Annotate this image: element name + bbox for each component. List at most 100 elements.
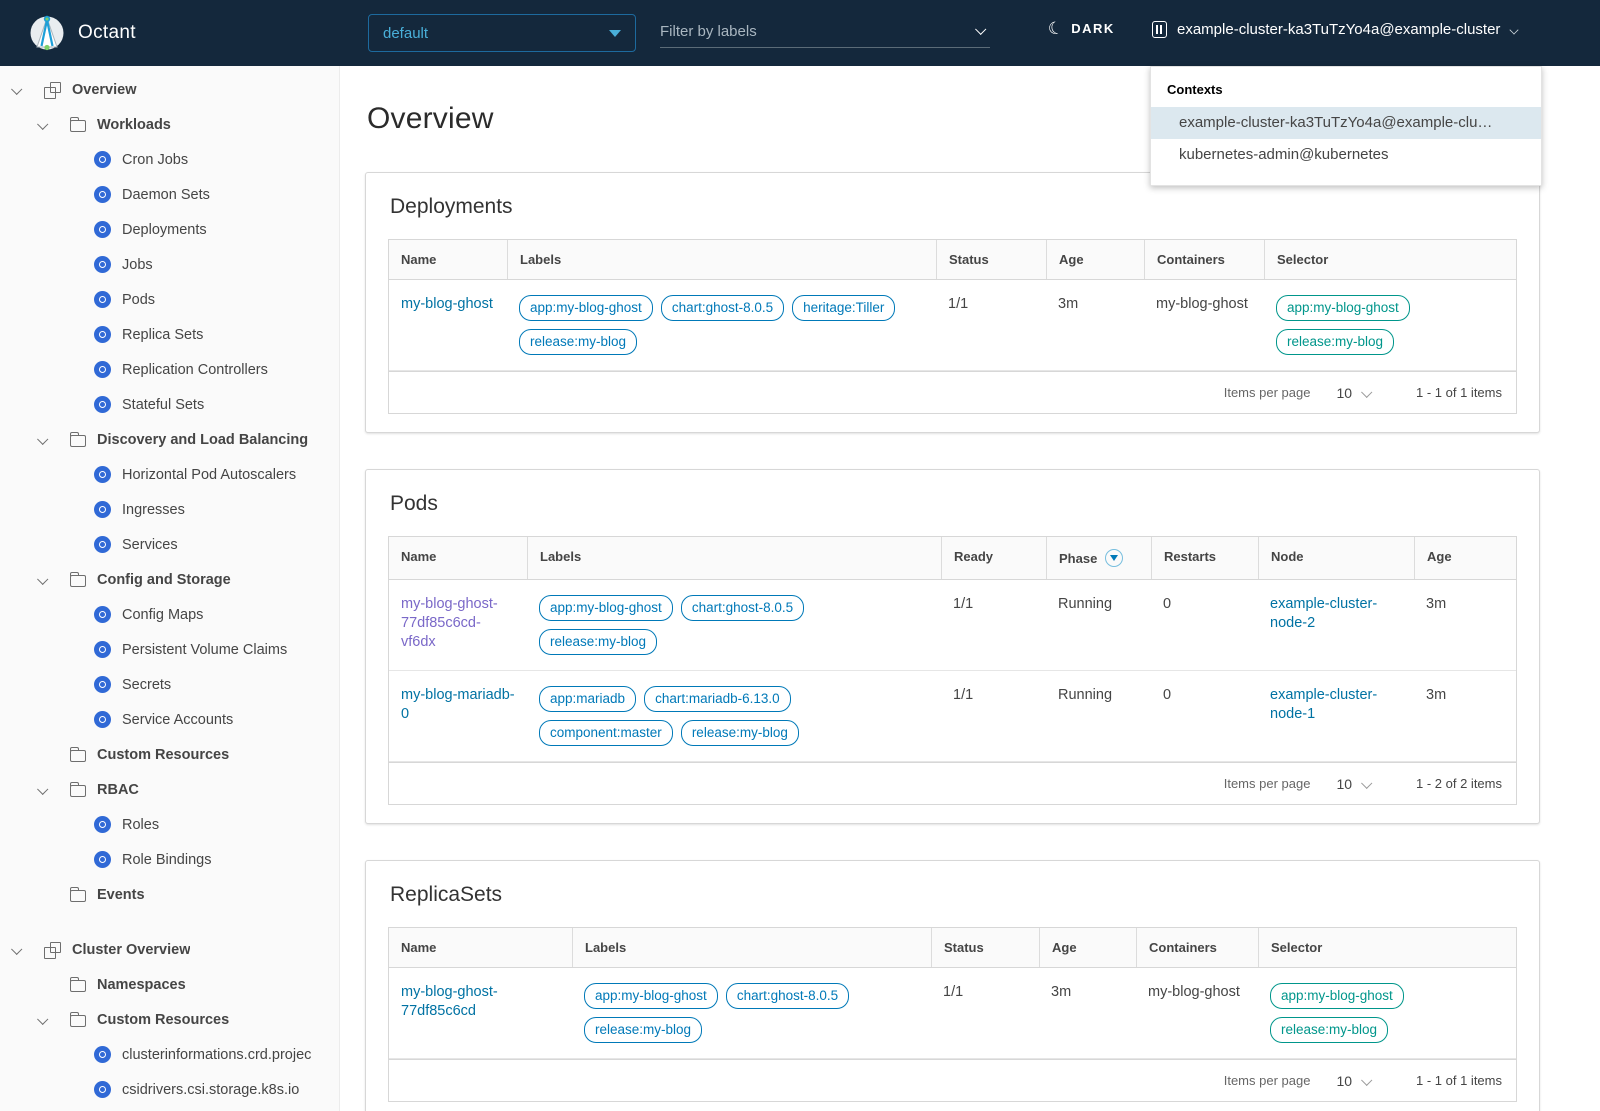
replicasets-title: ReplicaSets bbox=[390, 883, 503, 906]
column-header-name: Name bbox=[401, 549, 437, 564]
items-per-page-select[interactable]: 10 bbox=[1336, 1073, 1373, 1089]
app-title: Octant bbox=[78, 22, 136, 43]
node-link[interactable]: example-cluster-node-2 bbox=[1270, 596, 1377, 631]
sidebar-nav: Overview Workloads Cron Jobs Daemon Sets… bbox=[0, 66, 340, 1111]
context-menu-item[interactable]: example-cluster-ka3TuTzYo4a@example-clu… bbox=[1151, 107, 1541, 139]
hpa-icon bbox=[94, 466, 111, 483]
filter-icon[interactable] bbox=[1105, 549, 1124, 567]
main-content: Overview Deployments Name Labels Status … bbox=[340, 66, 1600, 1111]
chevron-down-icon[interactable] bbox=[37, 1011, 50, 1029]
sidebar-item-workloads[interactable]: Workloads bbox=[0, 107, 339, 142]
theme-toggle[interactable]: ☾ DARK bbox=[1046, 18, 1115, 40]
sidebar-item-config-maps[interactable]: Config Maps bbox=[0, 597, 339, 632]
label-pill: release:my-blog bbox=[584, 1017, 703, 1043]
sidebar-item-pods[interactable]: Pods bbox=[0, 282, 339, 317]
sidebar-item-cluster-overview[interactable]: Cluster Overview bbox=[0, 932, 339, 967]
sidebar-item-horizontal-pod-autoscalers[interactable]: Horizontal Pod Autoscalers bbox=[0, 457, 339, 492]
sidebar-item-persistent-volume-claims[interactable]: Persistent Volume Claims bbox=[0, 632, 339, 667]
deployments-card: Deployments Name Labels Status Age Conta… bbox=[365, 172, 1540, 433]
chevron-down-icon[interactable] bbox=[37, 781, 50, 799]
pvc-icon bbox=[94, 641, 111, 658]
chevron-down-icon[interactable] bbox=[37, 116, 50, 134]
chevron-down-icon[interactable] bbox=[11, 941, 24, 959]
sidebar-item-cluster-custom-resources[interactable]: Custom Resources bbox=[0, 1002, 339, 1037]
table-header-row: Name Labels Status Age Containers Select… bbox=[389, 240, 1516, 280]
chevron-down-icon[interactable] bbox=[11, 81, 24, 99]
folder-icon bbox=[69, 1012, 86, 1027]
sidebar-item-stateful-sets[interactable]: Stateful Sets bbox=[0, 387, 339, 422]
column-header-containers: Containers bbox=[1136, 928, 1258, 967]
items-per-page-label: Items per page bbox=[1223, 776, 1311, 791]
sidebar-item-overview[interactable]: Overview bbox=[0, 72, 339, 107]
context-switcher[interactable]: example-cluster-ka3TuTzYo4a@example-clus… bbox=[1152, 21, 1519, 38]
sidebar-item-secrets[interactable]: Secrets bbox=[0, 667, 339, 702]
sidebar-item-deployments[interactable]: Deployments bbox=[0, 212, 339, 247]
table-header-row: Name Labels Ready Phase Restarts Node Ag… bbox=[389, 537, 1516, 580]
applications-icon bbox=[44, 81, 61, 99]
label-filter bbox=[660, 16, 990, 48]
sidebar-item-replica-sets[interactable]: Replica Sets bbox=[0, 317, 339, 352]
status-cell: 1/1 bbox=[948, 296, 969, 312]
sidebar-item-role-bindings[interactable]: Role Bindings bbox=[0, 842, 339, 877]
sidebar-item-replication-controllers[interactable]: Replication Controllers bbox=[0, 352, 339, 387]
namespace-select[interactable]: default bbox=[368, 14, 636, 52]
sidebar-item-jobs[interactable]: Jobs bbox=[0, 247, 339, 282]
chevron-down-icon[interactable] bbox=[37, 571, 50, 589]
selector-pill: app:my-blog-ghost bbox=[1270, 983, 1404, 1009]
label-filter-input[interactable] bbox=[660, 23, 976, 40]
replicaset-name-link[interactable]: my-blog-ghost-77df85c6cd bbox=[401, 984, 498, 1019]
sidebar-item-namespaces[interactable]: Namespaces bbox=[0, 967, 339, 1002]
sidebar-item-ingresses[interactable]: Ingresses bbox=[0, 492, 339, 527]
daemonsets-icon bbox=[94, 186, 111, 203]
sidebar-item-events[interactable]: Events bbox=[0, 877, 339, 912]
label-pill: release:my-blog bbox=[680, 720, 799, 746]
replicasets-table: Name Labels Status Age Containers Select… bbox=[388, 927, 1517, 1102]
deployment-name-link[interactable]: my-blog-ghost bbox=[401, 296, 493, 312]
pods-title: Pods bbox=[390, 492, 438, 515]
replicationcontrollers-icon bbox=[94, 361, 111, 378]
deployments-title: Deployments bbox=[390, 195, 513, 218]
replicasets-card: ReplicaSets Name Labels Status Age Conta… bbox=[365, 860, 1540, 1111]
sidebar-item-services[interactable]: Services bbox=[0, 527, 339, 562]
sidebar-item-csidrivers[interactable]: csidrivers.csi.storage.k8s.io bbox=[0, 1072, 339, 1107]
sidebar-item-config-and-storage[interactable]: Config and Storage bbox=[0, 562, 339, 597]
column-header-age: Age bbox=[1414, 537, 1516, 579]
ingresses-icon bbox=[94, 501, 111, 518]
phase-cell: Running bbox=[1058, 687, 1113, 703]
column-header-labels: Labels bbox=[507, 240, 936, 279]
sidebar-item-clusterinformations[interactable]: clusterinformations.crd.projec bbox=[0, 1037, 339, 1072]
column-header-containers: Containers bbox=[1144, 240, 1264, 279]
column-header-labels: Labels bbox=[572, 928, 931, 967]
table-footer: Items per page 10 1 - 2 of 2 items bbox=[389, 762, 1516, 804]
chevron-down-icon[interactable] bbox=[975, 23, 987, 35]
sidebar-item-custom-resources[interactable]: Custom Resources bbox=[0, 737, 339, 772]
column-header-selector: Selector bbox=[1258, 928, 1516, 967]
configmaps-icon bbox=[94, 606, 111, 623]
selector-pill: release:my-blog bbox=[1276, 329, 1395, 355]
node-link[interactable]: example-cluster-node-1 bbox=[1270, 687, 1377, 722]
chevron-down-icon[interactable] bbox=[37, 431, 50, 449]
label-pill: chart:ghost-8.0.5 bbox=[725, 983, 850, 1009]
sidebar-item-rbac[interactable]: RBAC bbox=[0, 772, 339, 807]
sidebar-item-discovery-load-balancing[interactable]: Discovery and Load Balancing bbox=[0, 422, 339, 457]
selector-pill: app:my-blog-ghost bbox=[1276, 295, 1410, 321]
column-header-selector: Selector bbox=[1264, 240, 1516, 279]
sidebar-item-service-accounts[interactable]: Service Accounts bbox=[0, 702, 339, 737]
age-cell: 3m bbox=[1426, 596, 1447, 612]
folder-icon bbox=[69, 782, 86, 797]
pod-name-link[interactable]: my-blog-ghost-77df85c6cd-vf6dx bbox=[401, 596, 498, 650]
items-per-page-select[interactable]: 10 bbox=[1336, 776, 1373, 792]
table-row: my-blog-mariadb-0 app:mariadb chart:mari… bbox=[389, 671, 1516, 762]
sidebar-item-roles[interactable]: Roles bbox=[0, 807, 339, 842]
pagination-range: 1 - 1 of 1 items bbox=[1416, 385, 1502, 400]
sidebar-item-daemon-sets[interactable]: Daemon Sets bbox=[0, 177, 339, 212]
table-footer: Items per page 10 1 - 1 of 1 items bbox=[389, 371, 1516, 413]
context-menu-item[interactable]: kubernetes-admin@kubernetes bbox=[1151, 139, 1541, 171]
roles-icon bbox=[94, 816, 111, 833]
sidebar-item-cron-jobs[interactable]: Cron Jobs bbox=[0, 142, 339, 177]
ready-cell: 1/1 bbox=[953, 687, 974, 703]
label-pill: app:my-blog-ghost bbox=[519, 295, 653, 321]
pod-name-link[interactable]: my-blog-mariadb-0 bbox=[401, 687, 515, 722]
label-pill: app:my-blog-ghost bbox=[539, 595, 673, 621]
items-per-page-select[interactable]: 10 bbox=[1336, 385, 1373, 401]
